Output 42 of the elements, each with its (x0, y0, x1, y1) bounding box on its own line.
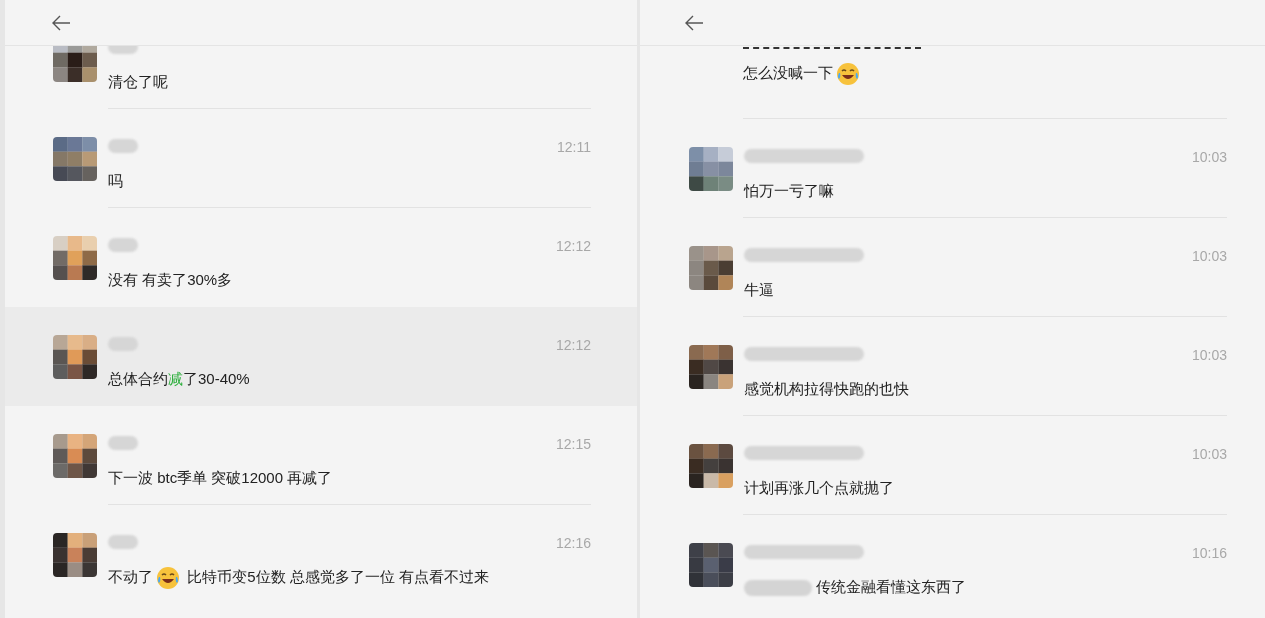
message-time: 12:15 (555, 435, 591, 454)
redacted-name (108, 535, 138, 549)
message-time: 10:03 (1191, 247, 1227, 266)
message-text: 怎么没喊一下 (743, 61, 1227, 87)
message-row[interactable]: 12:11 吗 (5, 109, 637, 207)
message-text: 下一波 btc季单 突破12000 再减了 (108, 468, 334, 488)
message-time: 12:16 (555, 534, 591, 553)
message-time: 10:03 (1191, 148, 1227, 167)
message-row[interactable]: 12:15 下一波 btc季单 突破12000 再减了 (5, 406, 637, 504)
message-text: 牛逼 (744, 280, 775, 300)
message-text: 感觉机构拉得快跑的也快 (744, 379, 910, 399)
message-row[interactable]: 10:03 牛逼 (640, 218, 1265, 316)
message-time: 10:03 (1191, 346, 1227, 365)
message-time: 12:11 (557, 138, 591, 157)
redacted-name (108, 238, 138, 252)
message-time: 12:12 (555, 237, 591, 256)
back-icon[interactable] (51, 14, 71, 31)
message-time: 10:03 (1191, 445, 1227, 464)
message-text: 传统金融看懂这东西了 (744, 573, 1132, 601)
message-text: 计划再涨几个点就抛了 (744, 478, 895, 498)
message-row[interactable]: 清仓了呢 (5, 46, 637, 108)
message-time: 12:12 (555, 336, 591, 355)
message-row[interactable]: 10:03 计划再涨几个点就抛了 (640, 416, 1265, 514)
message-text: 清仓了呢 (108, 72, 169, 92)
message-text: 吗 (108, 171, 124, 191)
message-text: 不动了 比特币变5位数 总感觉多了一位 有点看不过来 (108, 563, 496, 591)
message-time: 10:16 (1191, 544, 1227, 563)
message-text: 怕万一亏了嘛 (744, 181, 835, 201)
redacted-mention (744, 580, 812, 597)
laughing-emoji-icon (836, 62, 860, 87)
laughing-emoji-icon (156, 566, 180, 591)
redacted-name (108, 436, 138, 450)
back-icon[interactable] (684, 14, 704, 31)
message-row[interactable]: 12:12 没有 有卖了30%多 (5, 208, 637, 307)
message-row[interactable]: 10:03 感觉机构拉得快跑的也快 (640, 317, 1265, 415)
message-row[interactable]: 10:16 传统金融看懂这东西了 (640, 515, 1265, 614)
message-row[interactable]: 12:12 总体合约减了30-40% (5, 307, 637, 406)
message-row[interactable]: 12:16 不动了 比特币变5位数 总感觉多了一位 有点看不过来 (5, 505, 637, 604)
message-text: 没有 有卖了30%多 (108, 270, 234, 290)
message-row[interactable]: 10:03 怕万一亏了嘛 (640, 119, 1265, 217)
redacted-name (108, 139, 138, 153)
message-text: 总体合约减了30-40% (108, 369, 251, 389)
